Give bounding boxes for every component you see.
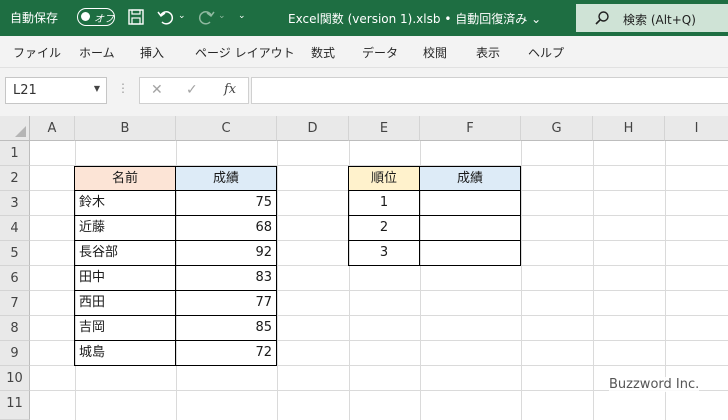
column-header-i[interactable]: I bbox=[665, 116, 728, 141]
cell-c4[interactable]: 68 bbox=[176, 216, 277, 241]
column-header-a[interactable]: A bbox=[30, 116, 75, 141]
cell-f4[interactable] bbox=[420, 216, 521, 241]
row-header-2[interactable]: 2 bbox=[0, 166, 30, 191]
cell-c6[interactable]: 83 bbox=[176, 266, 277, 291]
row-header-4[interactable]: 4 bbox=[0, 216, 30, 241]
name-box[interactable]: L21 ▼ bbox=[5, 77, 107, 104]
document-title[interactable]: Excel関数 (version 1).xlsb • 自動回復済み ⌄ bbox=[288, 10, 541, 27]
cell-f2[interactable]: 成績 bbox=[420, 167, 521, 191]
cell-b6[interactable]: 田中 bbox=[75, 266, 176, 291]
formula-input[interactable] bbox=[251, 77, 728, 104]
ribbon-tabs: ファイル ホーム 挿入 ページ レイアウト 数式 データ 校閲 表示 ヘルプ bbox=[0, 36, 728, 68]
select-all-button[interactable] bbox=[0, 116, 30, 141]
cancel-icon: ✕ bbox=[151, 82, 163, 98]
row-header-9[interactable]: 9 bbox=[0, 341, 30, 366]
tab-formulas[interactable]: 数式 bbox=[311, 44, 335, 61]
save-status: 自動回復済み bbox=[455, 12, 528, 26]
cell-b5[interactable]: 長谷部 bbox=[75, 241, 176, 266]
formula-buttons: ✕ ✓ fx bbox=[139, 77, 249, 104]
cell-c3[interactable]: 75 bbox=[176, 191, 277, 216]
cell-f5[interactable] bbox=[420, 241, 521, 266]
enter-icon: ✓ bbox=[186, 82, 198, 98]
column-header-b[interactable]: B bbox=[75, 116, 176, 141]
tab-file[interactable]: ファイル bbox=[13, 44, 61, 61]
cell-e3[interactable]: 1 bbox=[349, 191, 420, 216]
title-separator-icon: • bbox=[444, 12, 456, 26]
cell-c5[interactable]: 92 bbox=[176, 241, 277, 266]
column-header-h[interactable]: H bbox=[593, 116, 665, 141]
tab-insert[interactable]: 挿入 bbox=[140, 44, 164, 61]
tab-page-layout[interactable]: ページ レイアウト bbox=[195, 44, 295, 61]
worksheet-grid[interactable]: A B C D E F G H I 1 2 3 4 5 6 7 8 9 10 1… bbox=[0, 116, 728, 420]
redo-icon bbox=[196, 7, 216, 27]
cell-b4[interactable]: 近藤 bbox=[75, 216, 176, 241]
autosave-state: オフ bbox=[94, 14, 114, 25]
undo-dropdown-icon[interactable]: ⌄ bbox=[178, 11, 186, 21]
row-header-3[interactable]: 3 bbox=[0, 191, 30, 216]
cell-b9[interactable]: 城島 bbox=[75, 341, 176, 366]
title-dropdown-icon: ⌄ bbox=[531, 12, 542, 26]
name-box-dropdown-icon[interactable]: ▼ bbox=[94, 84, 100, 93]
formula-bar-handle-icon[interactable]: ⋮ bbox=[117, 81, 129, 95]
row-header-7[interactable]: 7 bbox=[0, 291, 30, 316]
save-icon[interactable] bbox=[126, 7, 146, 27]
cell-b8[interactable]: 吉岡 bbox=[75, 316, 176, 341]
column-header-c[interactable]: C bbox=[176, 116, 277, 141]
cell-e2[interactable]: 順位 bbox=[349, 167, 420, 191]
column-header-e[interactable]: E bbox=[349, 116, 420, 141]
tab-home[interactable]: ホーム bbox=[79, 44, 115, 61]
cell-b3[interactable]: 鈴木 bbox=[75, 191, 176, 216]
autosave-toggle[interactable]: オフ bbox=[77, 8, 115, 26]
row-header-5[interactable]: 5 bbox=[0, 241, 30, 266]
insert-function-icon[interactable]: fx bbox=[224, 82, 236, 97]
autosave-label: 自動保存 bbox=[10, 11, 59, 25]
cell-e4[interactable]: 2 bbox=[349, 216, 420, 241]
column-header-g[interactable]: G bbox=[521, 116, 593, 141]
search-icon bbox=[594, 10, 610, 26]
cell-c9[interactable]: 72 bbox=[176, 341, 277, 366]
select-all-triangle-icon bbox=[15, 126, 26, 137]
tab-view[interactable]: 表示 bbox=[476, 44, 500, 61]
cell-c2[interactable]: 成績 bbox=[176, 167, 277, 191]
cell-f3[interactable] bbox=[420, 191, 521, 216]
document-name: Excel関数 (version 1).xlsb bbox=[288, 12, 441, 26]
column-header-d[interactable]: D bbox=[277, 116, 349, 141]
undo-icon[interactable] bbox=[156, 7, 176, 27]
tab-data[interactable]: データ bbox=[362, 44, 398, 61]
row-header-10[interactable]: 10 bbox=[0, 366, 30, 391]
cell-e5[interactable]: 3 bbox=[349, 241, 420, 266]
tab-review[interactable]: 校閲 bbox=[423, 44, 447, 61]
redo-dropdown-icon: ⌄ bbox=[218, 11, 226, 21]
search-label: 検索 (Alt+Q) bbox=[623, 13, 696, 27]
search-box[interactable]: 検索 (Alt+Q) bbox=[576, 4, 728, 32]
title-bar: 自動保存 オフ ⌄ ⌄ ⌄ Excel関数 (version 1).xlsb •… bbox=[0, 0, 728, 36]
customize-toolbar-icon[interactable]: ⌄ bbox=[238, 11, 246, 21]
column-header-f[interactable]: F bbox=[420, 116, 521, 141]
formula-bar: L21 ▼ ⋮ ✕ ✓ fx bbox=[0, 68, 728, 116]
cell-c8[interactable]: 85 bbox=[176, 316, 277, 341]
cell-c7[interactable]: 77 bbox=[176, 291, 277, 316]
row-header-8[interactable]: 8 bbox=[0, 316, 30, 341]
row-header-11[interactable]: 11 bbox=[0, 391, 30, 420]
cell-b2[interactable]: 名前 bbox=[75, 167, 176, 191]
toggle-knob bbox=[81, 12, 90, 21]
watermark-text: Buzzword Inc. bbox=[609, 377, 700, 392]
cell-b7[interactable]: 西田 bbox=[75, 291, 176, 316]
name-box-value: L21 bbox=[13, 83, 37, 98]
row-header-1[interactable]: 1 bbox=[0, 141, 30, 166]
row-header-6[interactable]: 6 bbox=[0, 266, 30, 291]
tab-help[interactable]: ヘルプ bbox=[528, 44, 564, 61]
